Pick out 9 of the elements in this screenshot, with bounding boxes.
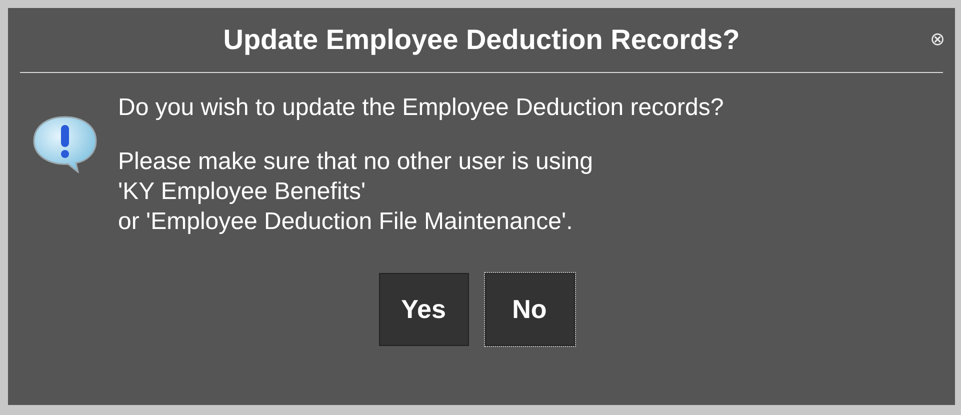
note-text: or 'Employee Deduction File Maintenance'. (118, 207, 574, 237)
note-text: Please make sure that no other user is using (118, 147, 594, 177)
dialog-button[interactable]: No (484, 273, 574, 346)
exclamation-speech-bubble-icon (32, 115, 98, 173)
note-text: 'KY Employee Benefits' (118, 177, 367, 207)
dialog-title: Update Employee Deduction Records? (223, 23, 740, 57)
close-button[interactable]: ⊗ (930, 30, 945, 48)
dialog-button[interactable]: Yes (378, 273, 468, 346)
message-text: Do you wish to update the Employee Deduction records? (118, 93, 724, 123)
